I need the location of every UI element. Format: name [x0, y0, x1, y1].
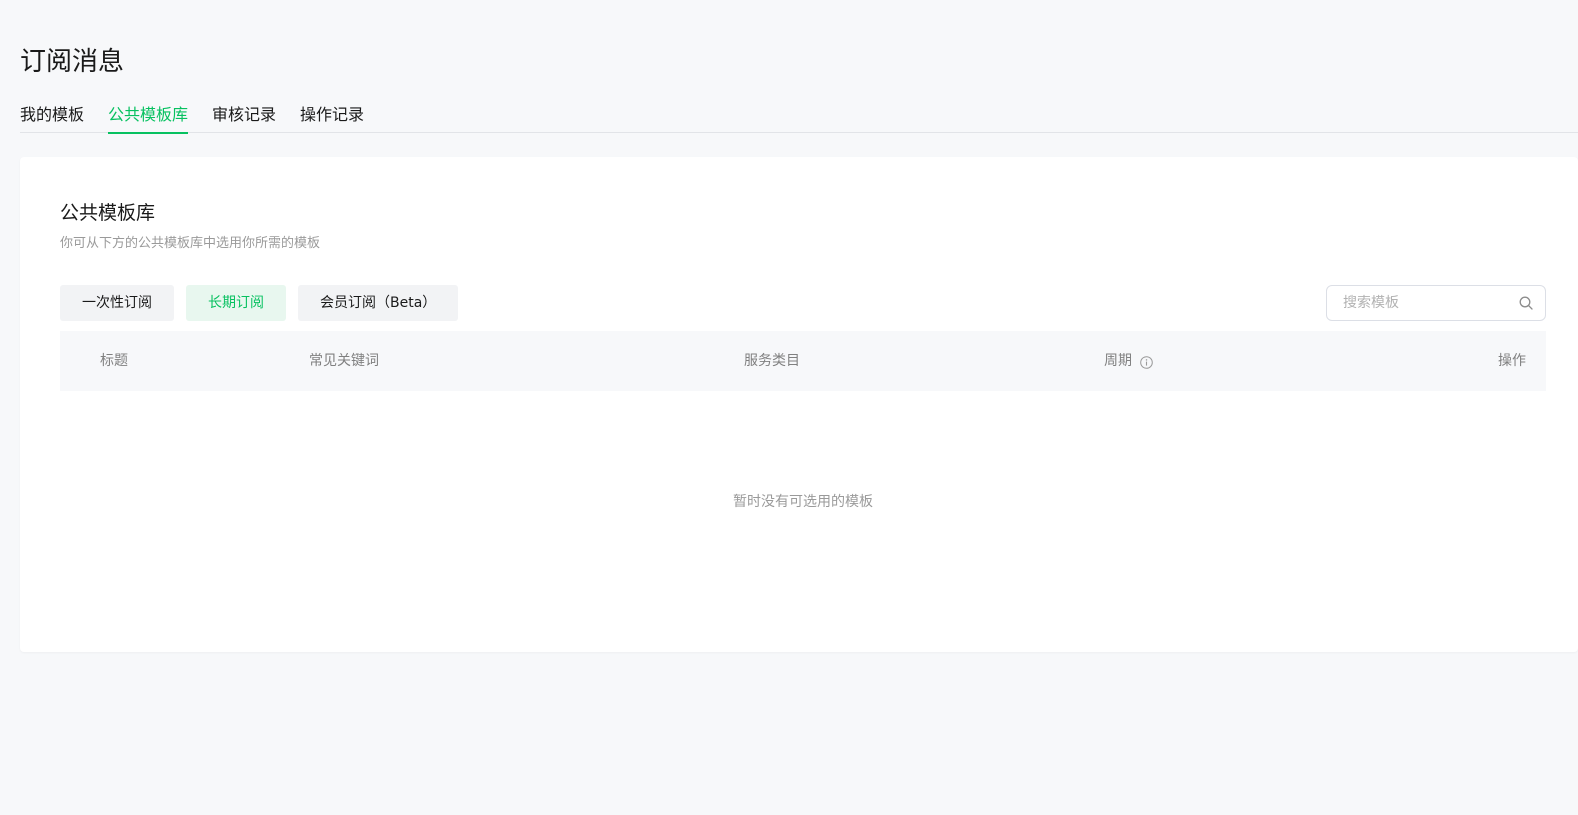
library-card: 公共模板库 你可从下方的公共模板库中选用你所需的模板 一次性订阅 长期订阅 会员…	[20, 157, 1578, 652]
tab-my-templates[interactable]: 我的模板	[20, 100, 84, 133]
search-icon[interactable]	[1519, 296, 1533, 310]
filter-long-term-button[interactable]: 长期订阅	[186, 285, 286, 321]
table-header: 标题 常见关键词 服务类目 周期 操作	[60, 331, 1546, 391]
tab-review-records[interactable]: 审核记录	[212, 100, 276, 133]
column-header-keywords: 常见关键词	[309, 353, 379, 369]
page-title: 订阅消息	[20, 47, 125, 77]
info-icon[interactable]	[1140, 356, 1153, 369]
tab-operation-records[interactable]: 操作记录	[300, 100, 364, 133]
column-header-period: 周期	[1104, 331, 1153, 391]
empty-state-text: 暂时没有可选用的模板	[733, 494, 873, 510]
filter-one-time-button[interactable]: 一次性订阅	[60, 285, 174, 321]
tab-bar: 我的模板 公共模板库 审核记录 操作记录	[20, 100, 1578, 134]
column-header-title: 标题	[100, 353, 128, 369]
section-title: 公共模板库	[60, 202, 156, 224]
column-header-category: 服务类目	[744, 353, 800, 369]
search-box	[1326, 285, 1546, 321]
section-description: 你可从下方的公共模板库中选用你所需的模板	[60, 236, 321, 251]
column-header-period-label: 周期	[1104, 353, 1132, 369]
search-input[interactable]	[1327, 286, 1507, 320]
column-header-operation: 操作	[1498, 353, 1526, 369]
filter-member-button[interactable]: 会员订阅（Beta）	[298, 285, 459, 321]
subscription-type-filter: 一次性订阅 长期订阅 会员订阅（Beta）	[60, 285, 470, 321]
tab-public-library[interactable]: 公共模板库	[108, 100, 189, 134]
